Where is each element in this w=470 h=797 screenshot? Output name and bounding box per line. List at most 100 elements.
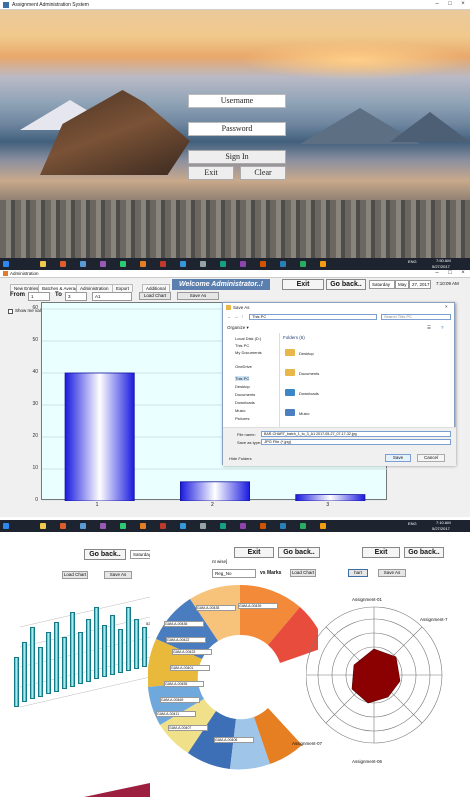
exit-button[interactable]: Exit	[362, 547, 400, 558]
go-back-button[interactable]: Go back..	[326, 279, 366, 290]
go-back-button[interactable]: Go back..	[404, 547, 444, 558]
tab-additional[interactable]: Additional	[142, 284, 170, 292]
firefox-icon[interactable]	[60, 523, 66, 529]
date-month[interactable]: May	[395, 280, 409, 289]
save-button[interactable]: Save	[385, 454, 411, 462]
date-num[interactable]: 27, 2017	[409, 280, 431, 289]
clock-date[interactable]: 5/27/2017	[432, 526, 450, 531]
chrome-icon[interactable]	[120, 261, 126, 267]
edge-icon[interactable]	[80, 261, 86, 267]
app-icon[interactable]	[300, 523, 306, 529]
to-select[interactable]: 3	[65, 292, 87, 301]
reg-no-select[interactable]: Reg_No	[212, 569, 256, 578]
load-chart-button[interactable]: Load Chart	[62, 571, 88, 579]
language-indicator[interactable]: ENG	[408, 259, 417, 264]
show-values-checkbox[interactable]	[8, 309, 13, 314]
app-icon[interactable]	[180, 261, 186, 267]
exit-button[interactable]: Exit	[282, 279, 324, 290]
close-icon[interactable]: ×	[445, 304, 448, 309]
folder-music[interactable]: Music	[299, 411, 309, 416]
maximize-icon[interactable]: □	[445, 1, 455, 7]
app-icon[interactable]	[160, 523, 166, 529]
app-icon[interactable]	[220, 523, 226, 529]
password-field[interactable]: Password	[188, 122, 286, 136]
app-icon[interactable]	[280, 261, 286, 267]
sign-in-button[interactable]: Sign In	[188, 150, 286, 164]
view-icon[interactable]: ☰	[427, 325, 431, 331]
tab-administration[interactable]: Administration	[76, 284, 113, 292]
from-select[interactable]: 1	[28, 292, 50, 301]
load-chart-button[interactable]: Load Chart	[139, 292, 171, 300]
nav-item[interactable]: Documents	[235, 392, 255, 397]
chrome-icon[interactable]	[120, 523, 126, 529]
explorer-icon[interactable]	[40, 261, 46, 267]
close-icon[interactable]: ×	[458, 270, 468, 276]
nav-item[interactable]: My Documents	[235, 350, 262, 355]
app-icon[interactable]	[180, 523, 186, 529]
help-icon[interactable]: ?	[441, 325, 444, 330]
clock-time[interactable]: 7:50 AM	[436, 258, 451, 263]
nav-item[interactable]: Local Disk (D:)	[235, 336, 261, 341]
nav-item[interactable]: Music	[235, 408, 245, 413]
nav-item[interactable]: Downloads	[235, 400, 255, 405]
nav-item[interactable]: This PC	[235, 343, 249, 348]
firefox-icon[interactable]	[60, 261, 66, 267]
folder-desktop[interactable]: Desktop	[299, 351, 314, 356]
exit-button[interactable]: Exit	[188, 166, 234, 180]
vlc-icon[interactable]	[140, 523, 146, 529]
app-icon[interactable]	[200, 523, 206, 529]
nav-up-icon[interactable]: ↑	[241, 314, 243, 319]
edge-icon[interactable]	[80, 523, 86, 529]
breadcrumb[interactable]: This PC	[249, 314, 377, 320]
type-select[interactable]: JPG File (*.jpg)	[261, 439, 451, 445]
app-icon[interactable]	[300, 261, 306, 267]
clear-button[interactable]: Clear	[240, 166, 286, 180]
cancel-button[interactable]: Cancel	[417, 454, 445, 462]
app-icon[interactable]	[320, 261, 326, 267]
nav-back-icon[interactable]: ←	[227, 314, 232, 319]
clock-date[interactable]: 5/27/2017	[432, 264, 450, 269]
app-icon[interactable]	[260, 261, 266, 267]
load-chart-button[interactable]: hart	[348, 569, 368, 577]
windows-start-icon[interactable]	[3, 261, 9, 267]
app-icon[interactable]	[100, 523, 106, 529]
music-folder-icon[interactable]	[285, 409, 295, 416]
app-icon[interactable]	[240, 261, 246, 267]
nav-item[interactable]: OneDrive	[235, 364, 252, 369]
folder-downloads[interactable]: Downloads	[299, 391, 319, 396]
explorer-icon[interactable]	[40, 523, 46, 529]
go-back-button[interactable]: Go back..	[278, 547, 320, 558]
minimize-icon[interactable]: –	[432, 1, 442, 7]
load-chart-button[interactable]: Load Chart	[290, 569, 316, 577]
app-icon[interactable]	[280, 523, 286, 529]
app-icon[interactable]	[260, 523, 266, 529]
filename-input[interactable]: BAR-CHART_batch_1_to_3_A1 2017-05-27_07-…	[261, 431, 451, 437]
nav-item[interactable]: Pictures	[235, 416, 249, 421]
username-field[interactable]: Username	[188, 94, 286, 108]
close-icon[interactable]: ×	[458, 1, 468, 7]
app-icon[interactable]	[100, 261, 106, 267]
hide-folders-toggle[interactable]: Hide Folders	[229, 456, 252, 461]
clock-time[interactable]: 7:10 AM	[436, 520, 451, 525]
exit-button[interactable]: Exit	[234, 547, 274, 558]
folder-documents[interactable]: Documents	[299, 371, 319, 376]
app-icon[interactable]	[320, 523, 326, 529]
tab-export[interactable]: Export	[112, 284, 134, 292]
go-back-button[interactable]: Go back..	[84, 549, 126, 560]
app-icon[interactable]	[160, 261, 166, 267]
maximize-icon[interactable]: □	[445, 270, 455, 276]
app-icon[interactable]	[240, 523, 246, 529]
windows-start-icon[interactable]	[3, 523, 9, 529]
save-as-button[interactable]: Save As	[378, 569, 406, 577]
nav-item[interactable]: Desktop	[235, 384, 250, 389]
save-as-button[interactable]: Save As	[104, 571, 132, 579]
nav-forward-icon[interactable]: →	[234, 314, 239, 319]
date-day[interactable]: Saturday	[369, 280, 395, 289]
app-icon[interactable]	[200, 261, 206, 267]
batch-select[interactable]: A1	[92, 292, 132, 301]
organize-menu[interactable]: Organize ▾	[227, 325, 249, 331]
downloads-folder-icon[interactable]	[285, 389, 295, 396]
save-as-button[interactable]: Save As	[177, 292, 219, 300]
desktop-folder-icon[interactable]	[285, 349, 295, 356]
nav-item-selected[interactable]: This PC	[235, 376, 250, 381]
